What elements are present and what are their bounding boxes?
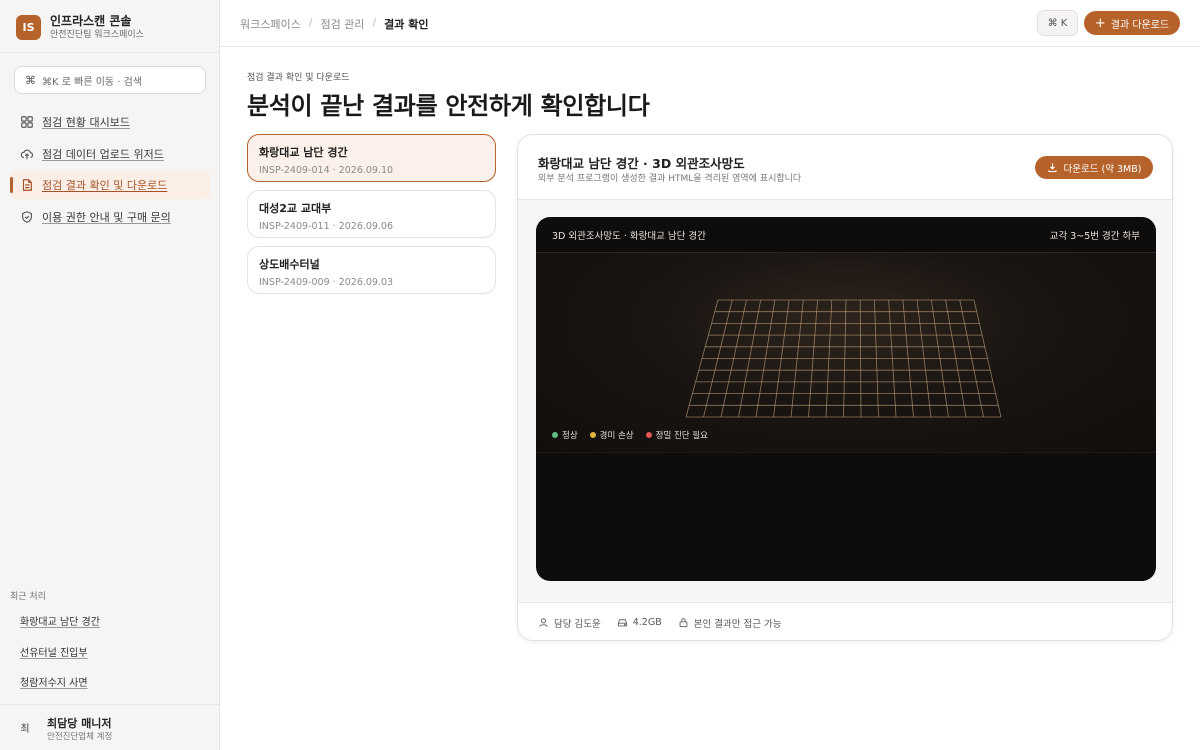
- legend-item-critical: 정밀 진단 필요: [645, 429, 708, 441]
- access-info: 본인 결과만 접근 가능: [678, 616, 782, 630]
- download-result-button[interactable]: + 결과 다운로드: [1084, 11, 1180, 35]
- inspection-meta: INSP-2409-009 · 2026.09.03: [259, 277, 394, 288]
- brand[interactable]: IS 인프라스캔 콘솔 안전진단팀 워크스페이스: [16, 12, 144, 42]
- legend-label: 경미 손상: [599, 431, 634, 441]
- inspection-card[interactable]: 대성2교 교대부 INSP-2409-011 · 2026.09.06: [247, 190, 496, 238]
- legend-dot-critical: [645, 432, 652, 438]
- sidebar-item-upload[interactable]: 점검 데이터 업로드 위저드: [10, 140, 210, 168]
- top-header: 워크스페이스 / 점검 관리 / 결과 확인 ⌘ K + 결과 다운로드: [220, 0, 1200, 47]
- sidebar-item-label: 점검 현황 대시보드: [42, 116, 130, 129]
- owner-info: 담당 김도윤: [538, 616, 601, 630]
- user-role: 안전진단업체 계정: [47, 732, 113, 742]
- recent-title: 최근 처리: [10, 592, 46, 602]
- command-icon: ⌘: [25, 73, 36, 87]
- workspace-name: 안전진단팀 워크스페이스: [50, 29, 144, 40]
- inspection-meta: INSP-2409-014 · 2026.09.10: [259, 165, 394, 176]
- sidebar-divider: [0, 52, 220, 53]
- avatar: 최: [20, 723, 30, 735]
- recent-item[interactable]: 청람저수지 사면: [20, 674, 88, 689]
- cloud-upload-icon: [20, 147, 34, 161]
- download-label: 다운로드 (약 3MB): [1063, 163, 1142, 175]
- legend-item-normal: 정상: [552, 429, 578, 441]
- legend-label: 정밀 진단 필요: [655, 431, 708, 441]
- legend: 정상 경미 손상 정밀 진단 필요: [552, 429, 708, 441]
- document-icon: [20, 178, 34, 192]
- brand-name: 인프라스캔 콘솔: [50, 13, 132, 28]
- legend-dot-minor: [589, 432, 596, 438]
- sidebar-item-dashboard[interactable]: 점검 현황 대시보드: [10, 108, 210, 136]
- result-footer: 담당 김도윤 4.2GB 본인 결과만 접근 가능: [518, 602, 1172, 640]
- result-title: 화랑대교 남단 경간 · 3D 외관조사망도: [538, 156, 745, 171]
- drive-icon: [617, 617, 628, 628]
- sidebar-item-permissions[interactable]: 이용 권한 안내 및 구매 문의: [10, 203, 210, 231]
- access-label: 본인 결과만 접근 가능: [693, 618, 782, 630]
- size-info: 4.2GB: [617, 617, 662, 628]
- brand-logo: IS: [16, 14, 41, 40]
- breadcrumb-separator: /: [308, 16, 313, 29]
- search-placeholder: ⌘K 로 빠른 이동 · 검색: [42, 76, 143, 88]
- download-button[interactable]: 다운로드 (약 3MB): [1035, 156, 1153, 179]
- legend-label: 정상: [562, 431, 578, 441]
- inspection-meta: INSP-2409-011 · 2026.09.06: [259, 221, 394, 232]
- viewer-toolbar: 3D 외관조사망도 · 화랑대교 남단 경간 교각 3~5번 경간 하부: [536, 217, 1156, 253]
- sidebar-item-label: 이용 권한 안내 및 구매 문의: [42, 210, 171, 224]
- sidebar-item-results[interactable]: 점검 결과 확인 및 다운로드: [10, 171, 210, 199]
- sidebar-item-label: 점검 결과 확인 및 다운로드: [42, 179, 168, 192]
- breadcrumb-item[interactable]: 워크스페이스: [240, 16, 301, 32]
- user-name: 최담당 매니저: [47, 717, 112, 730]
- page-eyebrow: 점검 결과 확인 및 다운로드: [247, 73, 350, 83]
- search-input[interactable]: ⌘ ⌘K 로 빠른 이동 · 검색: [14, 66, 206, 94]
- shield-icon: [20, 210, 34, 224]
- download-result-label: 결과 다운로드: [1110, 19, 1170, 31]
- inspection-name: 대성2교 교대부: [259, 202, 332, 215]
- size-label: 4.2GB: [632, 617, 662, 628]
- legend-item-minor: 경미 손상: [589, 429, 634, 441]
- user-profile[interactable]: 최 최담당 매니저 안전진단업체 계정: [0, 704, 220, 750]
- download-icon: [1047, 162, 1058, 173]
- viewer-title: 3D 외관조사망도 · 화랑대교 남단 경간: [552, 231, 706, 242]
- breadcrumb-item[interactable]: 점검 관리: [320, 16, 364, 32]
- lock-icon: [678, 617, 689, 628]
- breadcrumb: 워크스페이스 / 점검 관리 / 결과 확인: [240, 16, 428, 32]
- result-viewer[interactable]: 3D 외관조사망도 · 화랑대교 남단 경간 교각 3~5번 경간 하부 정상 …: [536, 217, 1156, 581]
- breadcrumb-current: 결과 확인: [384, 18, 429, 31]
- owner-label: 담당 김도윤: [554, 618, 601, 630]
- result-subtitle: 외부 분석 프로그램이 생성한 결과 HTML을 격리된 영역에 표시합니다: [538, 174, 802, 184]
- inspection-grid-mesh: [685, 299, 1002, 418]
- grid-icon: [20, 115, 34, 129]
- recent-item[interactable]: 화랑대교 남단 경간: [20, 613, 100, 628]
- inspection-card[interactable]: 상도배수터널 INSP-2409-009 · 2026.09.03: [247, 246, 496, 294]
- inspection-card[interactable]: 화랑대교 남단 경간 INSP-2409-014 · 2026.09.10: [247, 134, 496, 182]
- sidebar: IS 인프라스캔 콘솔 안전진단팀 워크스페이스 ⌘ ⌘K 로 빠른 이동 · …: [0, 0, 220, 750]
- user-icon: [538, 617, 549, 628]
- sidebar-item-label: 점검 데이터 업로드 위저드: [42, 147, 164, 161]
- inspection-name: 화랑대교 남단 경간: [259, 146, 348, 159]
- result-panel: 화랑대교 남단 경간 · 3D 외관조사망도 외부 분석 프로그램이 생성한 결…: [517, 134, 1173, 641]
- breadcrumb-separator: /: [372, 16, 377, 29]
- recent-item[interactable]: 선유터널 진입부: [20, 644, 88, 659]
- command-palette-button[interactable]: ⌘ K: [1037, 10, 1078, 36]
- legend-dot-normal: [552, 432, 558, 438]
- plus-icon: +: [1094, 15, 1106, 31]
- viewer-location: 교각 3~5번 경간 하부: [1049, 231, 1140, 242]
- page-title: 분석이 끝난 결과를 안전하게 확인합니다: [247, 91, 650, 120]
- inspection-name: 상도배수터널: [259, 258, 320, 271]
- result-header: 화랑대교 남단 경간 · 3D 외관조사망도 외부 분석 프로그램이 생성한 결…: [518, 135, 1172, 200]
- sidebar-nav: 점검 현황 대시보드 점검 데이터 업로드 위저드 점검 결과 확인 및 다운로…: [10, 108, 210, 234]
